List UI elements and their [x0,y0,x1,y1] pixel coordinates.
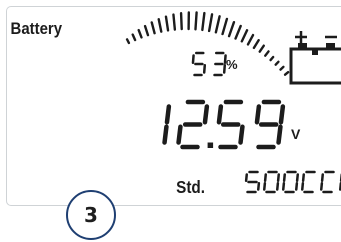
gauge-tick [125,38,131,45]
segment [162,124,169,145]
gauge-tick [283,70,290,76]
gauge-tick [164,15,170,32]
segment [295,173,299,182]
segment [276,124,283,145]
gauge-tick [227,20,236,38]
segment [263,173,267,182]
gauge-tick [221,17,229,36]
gauge-tick [264,50,270,57]
gauge-tick [274,60,280,66]
segment [164,104,172,125]
gauge-tick [269,55,275,62]
standard-label: Std. [176,177,205,197]
gauge-tick [234,24,242,40]
gauge-tick [179,12,183,31]
voltage-unit: V [291,126,301,142]
gauge-tick [207,13,214,33]
gauge-tick [258,44,265,53]
segment [222,64,227,74]
lcd-screenshot: Battery % V Std. 3 [0,0,341,242]
gauge-tick [157,18,163,33]
segment [282,173,286,182]
gauge-tick [172,13,177,31]
gauge-tick [252,39,260,50]
gauge-tick [214,15,221,34]
segment [278,104,286,125]
voltage-value [162,99,286,150]
segment [202,104,210,125]
lcd-display: Battery % V Std. [6,6,341,206]
segment [320,173,324,182]
segment [295,182,299,191]
gauge-tick [201,11,206,32]
callout-number: 3 [84,203,98,227]
segment [301,173,305,182]
decimal-point [207,142,214,148]
gauge-tick [137,28,143,39]
segment [257,182,261,191]
segment [216,104,224,125]
segment [282,182,286,191]
cca-value [244,170,341,194]
callout-marker: 3 [66,190,116,240]
segment [244,173,248,182]
battery-icon [289,31,341,85]
lcd-graphics: Battery % V Std. [11,11,341,197]
charge-gauge-icon [125,11,290,76]
segment [191,54,195,64]
gauge-tick [131,33,137,42]
segment [238,124,245,145]
battery-label: Battery [11,20,63,38]
segment [276,173,280,182]
segment [202,64,207,74]
gauge-tick [279,65,285,71]
gauge-tick [194,11,198,31]
gauge-tick [240,29,249,43]
segment [263,182,267,191]
gauge-tick [246,33,255,46]
segment [301,182,305,191]
segment [276,182,280,191]
percent-value [191,51,227,77]
percent-unit: % [226,57,238,72]
segment [320,182,324,191]
segment [176,124,183,145]
segment [254,104,262,125]
gauge-tick [150,21,156,35]
gauge-tick [143,24,150,37]
